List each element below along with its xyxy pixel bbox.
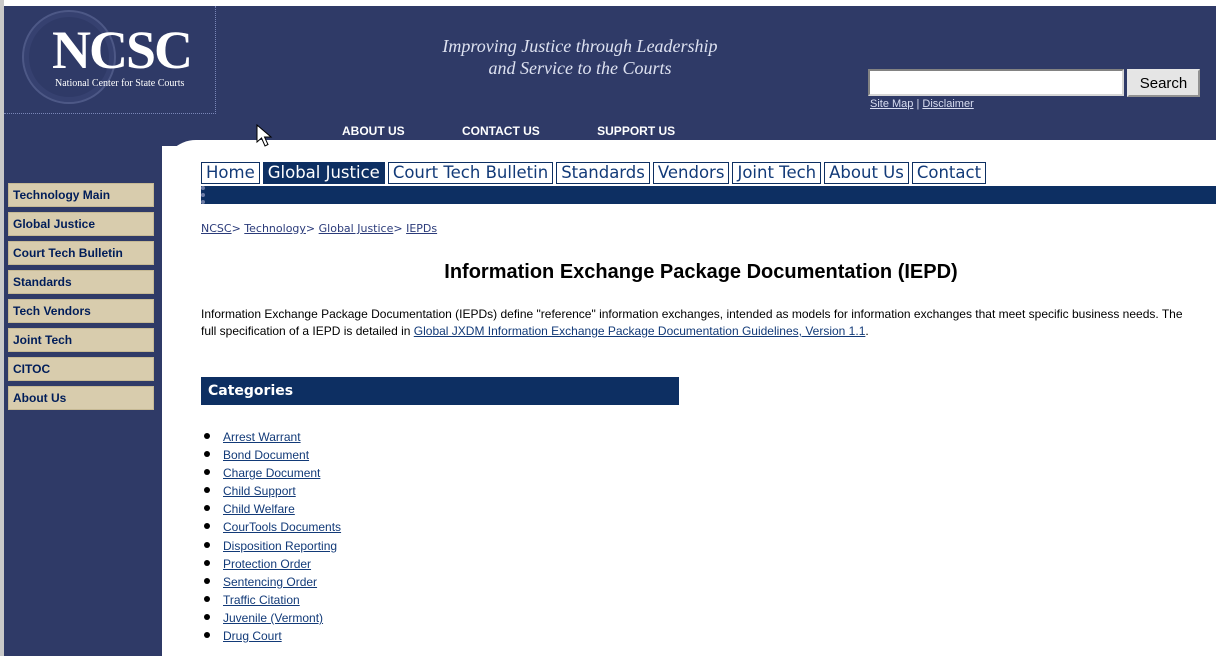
bullet-icon [204, 451, 210, 458]
top-nav-contact-us[interactable]: CONTACT US [462, 124, 540, 138]
breadcrumb: NCSC> Technology> Global Justice> IEPDs [201, 222, 437, 235]
breadcrumb-ncsc[interactable]: NCSC [201, 222, 232, 235]
bullet-icon [204, 469, 210, 476]
category-link-courtools-documents[interactable]: CourTools Documents [223, 520, 341, 534]
category-link-disposition-reporting[interactable]: Disposition Reporting [223, 539, 337, 553]
iepd-description: Information Exchange Package Documentati… [201, 306, 1201, 340]
disclaimer-link[interactable]: Disclaimer [922, 98, 973, 110]
iepd-guidelines-link[interactable]: Global JXDM Information Exchange Package… [414, 324, 866, 338]
ncsc-web-page: NCSC National Center for State Courts Im… [0, 0, 1216, 656]
tab-vendors[interactable]: Vendors [652, 162, 730, 184]
bullet-icon [204, 487, 210, 494]
sidebar-item-joint-tech[interactable]: Joint Tech [8, 328, 154, 352]
bullet-icon [204, 595, 210, 602]
breadcrumb-iepds[interactable]: IEPDs [406, 222, 437, 235]
tab-underline-bar [201, 186, 1216, 204]
utility-links: Site Map | Disclaimer [870, 98, 974, 110]
category-list-item: Bond Document [201, 447, 341, 465]
breadcrumb-separator: > [305, 222, 316, 235]
category-link-bond-document[interactable]: Bond Document [223, 448, 309, 462]
sidebar-item-technology-main[interactable]: Technology Main [8, 183, 154, 207]
category-link-child-welfare[interactable]: Child Welfare [223, 502, 295, 516]
breadcrumb-technology[interactable]: Technology [244, 222, 306, 235]
tab-about-us[interactable]: About Us [824, 162, 909, 184]
site-tagline: Improving Justice through Leadership and… [442, 36, 718, 78]
category-list-item: Juvenile (Vermont) [201, 610, 341, 628]
tab-joint-tech[interactable]: Joint Tech [732, 162, 822, 184]
category-list-item: CourTools Documents [201, 519, 341, 537]
tab-home[interactable]: Home [201, 162, 260, 184]
category-list: Arrest Warrant Bond Document Charge Docu… [201, 429, 341, 646]
tab-global-justice[interactable]: Global Justice [262, 162, 385, 184]
utility-link-separator: | [916, 98, 920, 110]
category-link-arrest-warrant[interactable]: Arrest Warrant [223, 430, 301, 444]
bullet-icon [204, 433, 210, 439]
category-list-item: Arrest Warrant [201, 429, 341, 447]
category-list-item: Traffic Citation [201, 592, 341, 610]
bullet-icon [204, 541, 210, 548]
top-nav-about-us[interactable]: ABOUT US [342, 124, 405, 138]
category-list-item: Child Welfare [201, 501, 341, 519]
category-link-protection-order[interactable]: Protection Order [223, 557, 311, 571]
sidebar-item-tech-vendors[interactable]: Tech Vendors [8, 299, 154, 323]
category-list-item: Charge Document [201, 465, 341, 483]
category-list-item: Drug Court [201, 628, 341, 646]
sidebar-item-court-tech-bulletin[interactable]: Court Tech Bulletin [8, 241, 154, 265]
category-link-charge-document[interactable]: Charge Document [223, 466, 320, 480]
description-period: . [865, 324, 869, 338]
category-list-item: Child Support [201, 483, 341, 501]
category-list-item: Protection Order [201, 556, 341, 574]
top-nav-support-us[interactable]: SUPPORT US [597, 124, 675, 138]
sidebar-item-about-us[interactable]: About Us [8, 386, 154, 410]
category-list-item: Disposition Reporting [201, 538, 341, 556]
sidebar-item-citoc[interactable]: CITOC [8, 357, 154, 381]
site-map-link[interactable]: Site Map [870, 98, 913, 110]
ncsc-logo-text: NCSC [52, 20, 193, 80]
tab-contact[interactable]: Contact [911, 162, 987, 184]
ncsc-logo-subtitle: National Center for State Courts [55, 78, 185, 89]
category-link-child-support[interactable]: Child Support [223, 484, 296, 498]
site-search-button[interactable]: Search [1127, 69, 1200, 97]
category-list-item: Sentencing Order [201, 574, 341, 592]
bullet-icon [204, 523, 210, 530]
bullet-icon [204, 613, 210, 620]
categories-header: Categories [201, 377, 679, 405]
category-link-traffic-citation[interactable]: Traffic Citation [223, 593, 300, 607]
top-navigation: ABOUT US CONTACT US SUPPORT US [342, 124, 729, 138]
section-tabs: Home Global Justice Court Tech Bulletin Sta… [201, 162, 1216, 186]
bullet-icon [204, 632, 210, 639]
breadcrumb-separator: > [231, 222, 241, 235]
breadcrumb-global-justice[interactable]: Global Justice [319, 222, 394, 235]
page-title: Information Exchange Package Documentati… [444, 261, 958, 283]
category-link-drug-court[interactable]: Drug Court [223, 629, 282, 643]
ncsc-logo-link[interactable]: NCSC National Center for State Courts [4, 6, 216, 114]
category-link-juvenile-vermont[interactable]: Juvenile (Vermont) [223, 611, 323, 625]
site-search-input[interactable] [868, 69, 1124, 96]
mouse-pointer-icon [256, 124, 273, 147]
bullet-icon [204, 577, 210, 584]
tab-court-tech-bulletin[interactable]: Court Tech Bulletin [387, 162, 554, 184]
bullet-icon [204, 505, 210, 512]
sidebar-item-standards[interactable]: Standards [8, 270, 154, 294]
tab-standards[interactable]: Standards [556, 162, 650, 184]
bullet-icon [204, 559, 210, 566]
category-link-sentencing-order[interactable]: Sentencing Order [223, 575, 317, 589]
breadcrumb-separator: > [393, 222, 403, 235]
sidebar-item-global-justice[interactable]: Global Justice [8, 212, 154, 236]
